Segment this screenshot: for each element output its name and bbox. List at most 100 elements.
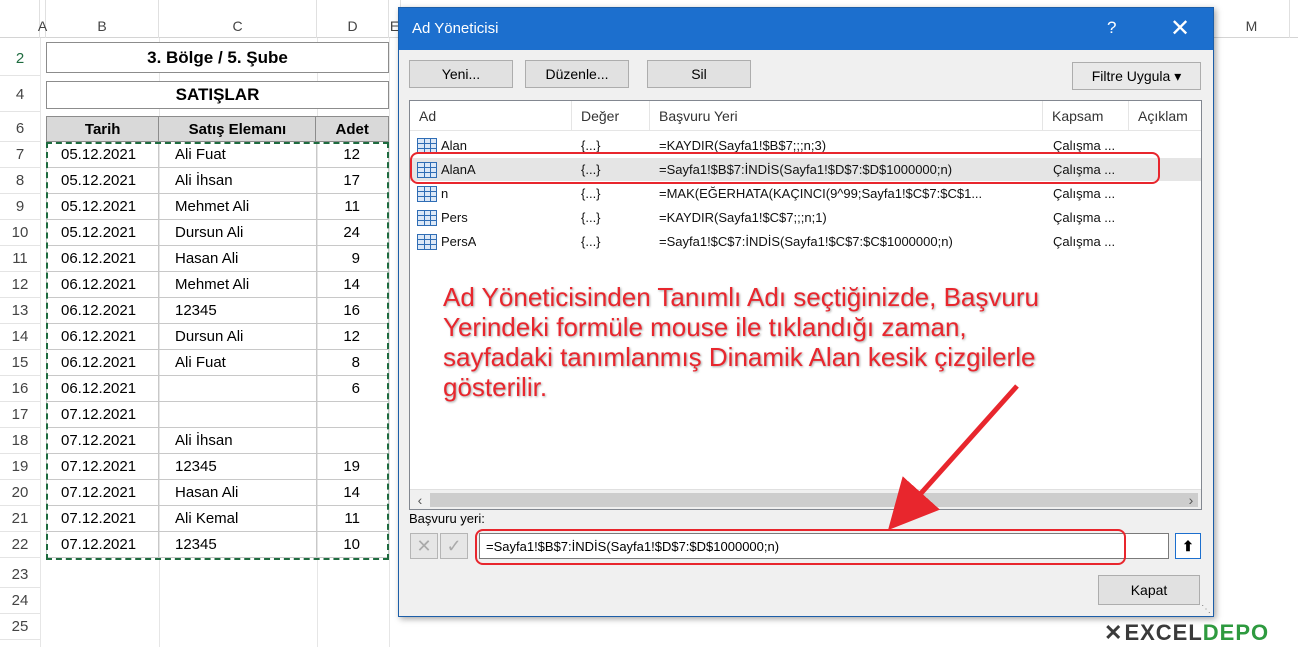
dialog-titlebar[interactable]: Ad Yöneticisi ? ✕ [399, 8, 1213, 50]
row-header[interactable]: 20 [0, 480, 40, 506]
cell-salesperson[interactable]: Mehmet Ali [159, 194, 317, 220]
column-header-c[interactable]: C [159, 0, 317, 38]
cell-salesperson[interactable]: Ali İhsan [159, 428, 317, 454]
column-header-scope[interactable]: Kapsam [1043, 101, 1129, 131]
row-header[interactable]: 21 [0, 506, 40, 532]
scroll-left-icon[interactable]: ‹ [410, 490, 430, 509]
row-header[interactable]: 14 [0, 324, 40, 350]
cell-quantity[interactable]: 24 [317, 220, 389, 246]
header-cell-quantity[interactable]: Adet [316, 117, 388, 141]
cell-date[interactable]: 07.12.2021 [46, 454, 159, 480]
cell-date[interactable]: 06.12.2021 [46, 324, 159, 350]
cell-quantity[interactable]: 6 [317, 376, 389, 402]
column-header-name[interactable]: Ad [410, 101, 572, 131]
new-button[interactable]: Yeni... [409, 60, 513, 88]
names-list-row[interactable]: PersA {...} =Sayfa1!$C$7:İNDİS(Sayfa1!$C$7… [410, 230, 1201, 253]
names-list-row[interactable]: Alan {...} =KAYDIR(Sayfa1!$B$7;;;n;3) Çalış… [410, 134, 1201, 157]
row-header[interactable]: 22 [0, 532, 40, 558]
collapse-dialog-icon[interactable]: ⬆ [1175, 533, 1201, 559]
filter-button[interactable]: Filtre Uygula ▾ [1072, 62, 1201, 90]
cell-quantity[interactable]: 11 [317, 194, 389, 220]
cell-salesperson[interactable] [159, 402, 317, 428]
row-header[interactable]: 7 [0, 142, 40, 168]
cancel-edit-icon[interactable]: ✕ [410, 533, 438, 559]
cell-quantity[interactable]: 14 [317, 272, 389, 298]
cell-quantity[interactable] [317, 402, 389, 428]
cell-quantity[interactable]: 9 [317, 246, 389, 272]
cell-date[interactable]: 07.12.2021 [46, 480, 159, 506]
delete-button[interactable]: Sil [647, 60, 751, 88]
scrollbar-thumb[interactable] [430, 493, 1198, 507]
row-header[interactable]: 9 [0, 194, 40, 220]
cell-salesperson[interactable]: Hasan Ali [159, 246, 317, 272]
cell-date[interactable]: 05.12.2021 [46, 220, 159, 246]
row-header[interactable]: 19 [0, 454, 40, 480]
region-title-cell[interactable]: 3. Bölge / 5. Şube [46, 42, 389, 73]
cell-salesperson[interactable] [159, 376, 317, 402]
cell-quantity[interactable]: 14 [317, 480, 389, 506]
names-list-row[interactable]: n {...} =MAK(EĞERHATA(KAÇINCI(9^99;Sayfa1!… [410, 182, 1201, 205]
cell-date[interactable]: 06.12.2021 [46, 350, 159, 376]
row-header[interactable]: 4 [0, 78, 40, 112]
cell-salesperson[interactable]: 12345 [159, 532, 317, 558]
cell-salesperson[interactable]: Ali Kemal [159, 506, 317, 532]
row-header[interactable]: 17 [0, 402, 40, 428]
cell-quantity[interactable]: 17 [317, 168, 389, 194]
close-button[interactable]: Kapat [1098, 575, 1200, 605]
cell-date[interactable]: 07.12.2021 [46, 532, 159, 558]
cell-quantity[interactable]: 10 [317, 532, 389, 558]
help-icon[interactable]: ? [1107, 18, 1116, 38]
cell-date[interactable]: 07.12.2021 [46, 428, 159, 454]
cell-quantity[interactable]: 12 [317, 142, 389, 168]
row-header[interactable]: 2 [0, 42, 40, 76]
row-header[interactable]: 18 [0, 428, 40, 454]
cell-date[interactable]: 06.12.2021 [46, 376, 159, 402]
cell-quantity[interactable] [317, 428, 389, 454]
cell-date[interactable]: 06.12.2021 [46, 272, 159, 298]
cell-date[interactable]: 07.12.2021 [46, 506, 159, 532]
cell-date[interactable]: 06.12.2021 [46, 246, 159, 272]
cell-quantity[interactable]: 8 [317, 350, 389, 376]
row-header[interactable]: 16 [0, 376, 40, 402]
cell-date[interactable]: 05.12.2021 [46, 142, 159, 168]
refers-to-input[interactable]: =Sayfa1!$B$7:İNDİS(Sayfa1!$D$7:$D$100000… [479, 533, 1169, 559]
row-header[interactable]: 12 [0, 272, 40, 298]
row-header[interactable]: 8 [0, 168, 40, 194]
row-header[interactable]: 25 [0, 614, 40, 640]
row-header[interactable]: 15 [0, 350, 40, 376]
cell-date[interactable]: 07.12.2021 [46, 402, 159, 428]
cell-quantity[interactable]: 12 [317, 324, 389, 350]
names-list-row[interactable]: Pers {...} =KAYDIR(Sayfa1!$C$7;;;n;1) Çalış… [410, 206, 1201, 229]
header-cell-salesperson[interactable]: Satış Elemanı [159, 117, 317, 141]
scroll-right-icon[interactable]: › [1181, 490, 1201, 509]
column-header-comment[interactable]: Açıklam [1129, 101, 1201, 131]
column-header-m[interactable]: M [1214, 0, 1290, 38]
cell-salesperson[interactable]: Dursun Ali [159, 324, 317, 350]
cell-date[interactable]: 05.12.2021 [46, 194, 159, 220]
edit-button[interactable]: Düzenle... [525, 60, 629, 88]
header-cell-date[interactable]: Tarih [47, 117, 160, 141]
cell-salesperson[interactable]: Ali Fuat [159, 350, 317, 376]
cell-salesperson[interactable]: Dursun Ali [159, 220, 317, 246]
column-header-refers-to[interactable]: Başvuru Yeri [650, 101, 1043, 131]
cell-salesperson[interactable]: 12345 [159, 298, 317, 324]
cell-salesperson[interactable]: Ali İhsan [159, 168, 317, 194]
cell-date[interactable]: 05.12.2021 [46, 168, 159, 194]
column-header-d[interactable]: D [317, 0, 389, 38]
row-header[interactable]: 10 [0, 220, 40, 246]
resize-grip-icon[interactable]: ⋱ [1201, 604, 1211, 615]
close-icon[interactable]: ✕ [1165, 14, 1195, 43]
row-header[interactable]: 11 [0, 246, 40, 272]
names-list-row[interactable]: AlanA {...} =Sayfa1!$B$7:İNDİS(Sayfa1!$D$7… [410, 158, 1201, 181]
cell-quantity[interactable]: 11 [317, 506, 389, 532]
cell-quantity[interactable]: 16 [317, 298, 389, 324]
cell-salesperson[interactable]: Hasan Ali [159, 480, 317, 506]
select-all-corner[interactable] [0, 0, 40, 38]
sales-title-cell[interactable]: SATIŞLAR [46, 81, 389, 109]
row-header[interactable]: 13 [0, 298, 40, 324]
cell-date[interactable]: 06.12.2021 [46, 298, 159, 324]
horizontal-scrollbar[interactable]: ‹ › [410, 489, 1201, 509]
column-header-b[interactable]: B [46, 0, 159, 38]
cell-salesperson[interactable]: 12345 [159, 454, 317, 480]
confirm-edit-icon[interactable]: ✓ [440, 533, 468, 559]
